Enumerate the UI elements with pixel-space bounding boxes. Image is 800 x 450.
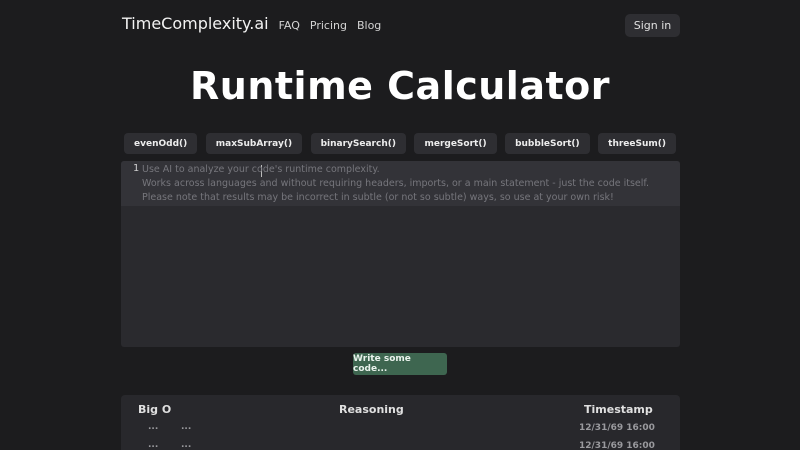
example-evenodd-button[interactable]: evenOdd() xyxy=(124,133,198,154)
top-nav: TimeComplexity.ai FAQ Pricing Blog xyxy=(122,14,381,33)
example-maxsubarray-button[interactable]: maxSubArray() xyxy=(205,133,303,154)
editor-placeholder-line: Please note that results may be incorrec… xyxy=(142,192,614,203)
analyze-button[interactable]: Write some code... xyxy=(353,353,447,375)
column-header-reasoning: Reasoning xyxy=(339,403,404,416)
row-2-reasoning: ... xyxy=(181,440,192,450)
nav-blog-link[interactable]: Blog xyxy=(357,19,381,32)
row-1-big-o: ... xyxy=(148,422,159,432)
row-2-timestamp: 12/31/69 16:00 xyxy=(579,441,655,450)
editor-placeholder: Use AI to analyze your code's runtime co… xyxy=(142,163,649,205)
editor-placeholder-line: Use AI to analyze your code's runtime co… xyxy=(142,164,380,175)
row-1-reasoning: ... xyxy=(181,422,192,432)
example-threesum-button[interactable]: threeSum() xyxy=(598,133,676,154)
example-bubblesort-button[interactable]: bubbleSort() xyxy=(505,133,590,154)
example-mergesort-button[interactable]: mergeSort() xyxy=(414,133,497,154)
results-table: Big O Reasoning Timestamp ... ... 12/31/… xyxy=(121,395,680,450)
nav-pricing-link[interactable]: Pricing xyxy=(310,19,347,32)
site-logo[interactable]: TimeComplexity.ai xyxy=(122,14,269,33)
nav-faq-link[interactable]: FAQ xyxy=(279,19,300,32)
row-1-timestamp: 12/31/69 16:00 xyxy=(579,423,655,433)
example-binarysearch-button[interactable]: binarySearch() xyxy=(310,133,406,154)
column-header-big-o: Big O xyxy=(138,403,172,416)
editor-placeholder-line: Works across languages and without requi… xyxy=(142,178,650,189)
row-2-big-o: ... xyxy=(148,440,159,450)
code-editor[interactable]: 1 Use AI to analyze your code's runtime … xyxy=(121,161,680,347)
page-title: Runtime Calculator xyxy=(190,64,610,108)
sign-in-button[interactable]: Sign in xyxy=(625,14,680,37)
example-buttons: evenOdd() maxSubArray() binarySearch() m… xyxy=(124,133,676,154)
page: TimeComplexity.ai FAQ Pricing Blog Sign … xyxy=(0,0,800,450)
column-header-timestamp: Timestamp xyxy=(584,403,653,416)
editor-line-number: 1 xyxy=(132,163,139,174)
